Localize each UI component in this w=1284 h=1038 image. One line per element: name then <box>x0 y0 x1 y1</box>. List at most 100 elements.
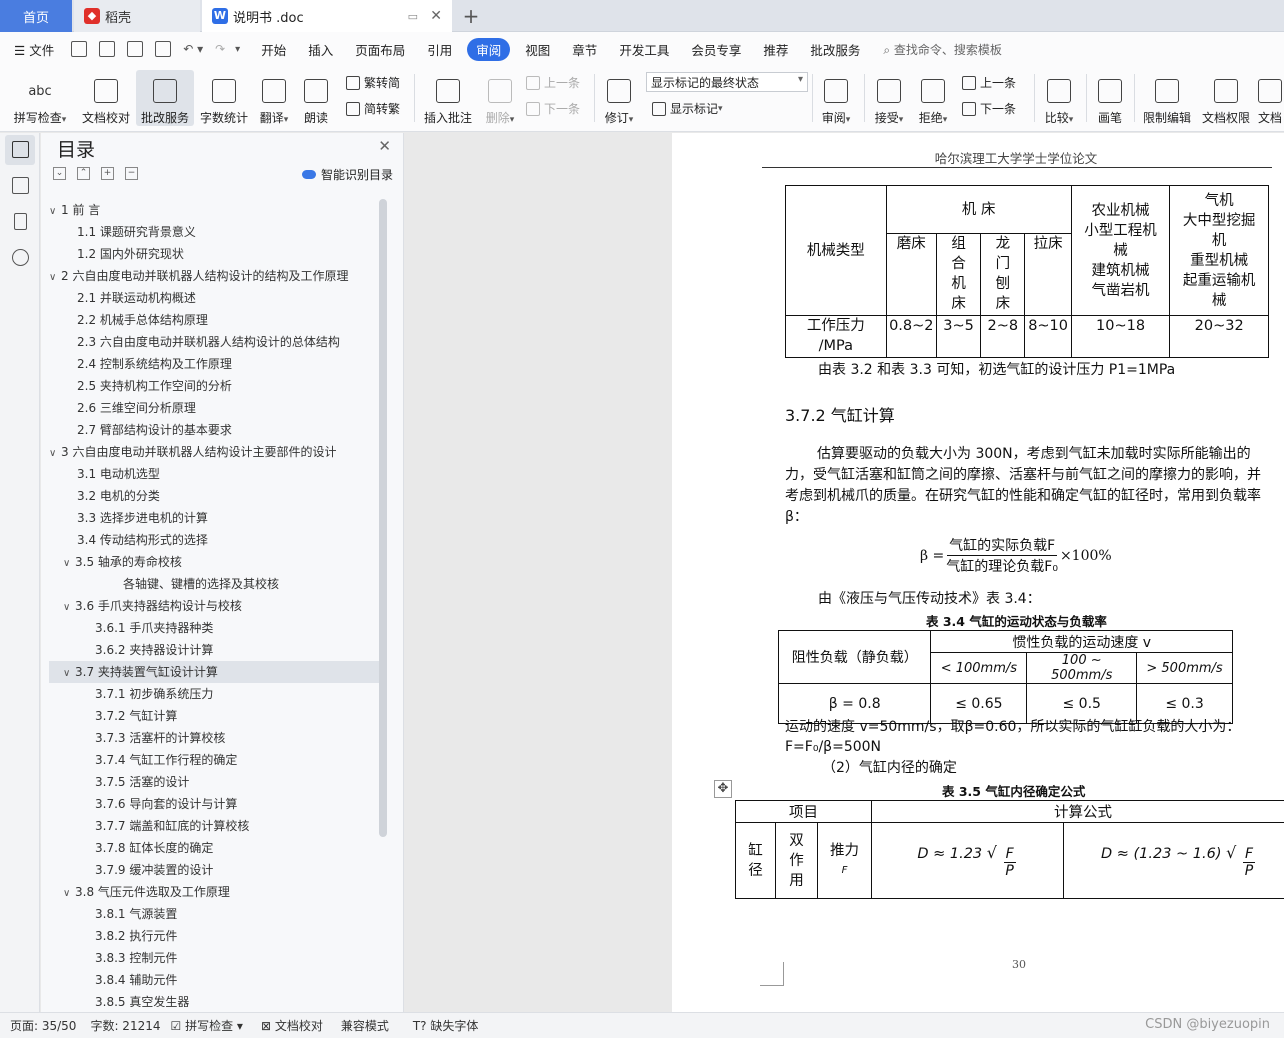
pen-button[interactable]: 画笔 <box>1092 70 1128 126</box>
undo-icon[interactable]: ↶ ▾ <box>183 42 203 56</box>
compare-button[interactable]: 比较▾ <box>1040 70 1078 126</box>
menu-view[interactable]: 视图 <box>514 40 561 59</box>
toc-item[interactable]: ∨ 3.6 手爪夹持器结构设计与校核 <box>49 595 379 617</box>
correction-service-button[interactable]: 批改服务 <box>136 70 194 126</box>
bookmark-icon[interactable] <box>14 213 27 230</box>
reject-button[interactable]: 拒绝▾ <box>914 70 952 126</box>
toc-item[interactable]: 3.7.9 缓冲装置的设计 <box>49 859 379 881</box>
next-change-button[interactable]: 下一条 <box>962 100 1016 117</box>
status-proof[interactable]: ⊠ 文档校对 <box>243 1017 323 1034</box>
collapse-all-icon[interactable]: ⌄ <box>53 167 66 180</box>
tab-document[interactable]: W 说明书 .doc ▭ ✕ <box>202 0 452 32</box>
chevron-down-icon[interactable]: ∨ <box>49 443 61 463</box>
menu-reference[interactable]: 引用 <box>416 40 463 59</box>
menu-dev-tools[interactable]: 开发工具 <box>608 40 680 59</box>
toc-item[interactable]: 2.7 臂部结构设计的基本要求 <box>49 419 379 441</box>
chevron-down-icon[interactable]: ∨ <box>63 663 75 683</box>
remove-level-icon[interactable]: − <box>125 167 138 180</box>
toc-item[interactable]: 3.8.2 执行元件 <box>49 925 379 947</box>
toc-item[interactable]: 3.8.5 真空发生器 <box>49 991 379 1007</box>
translate-button[interactable]: 翻译▾ <box>254 70 294 126</box>
toc-item[interactable]: 3.6.1 手爪夹持器种类 <box>49 617 379 639</box>
toc-item[interactable]: 3.4 传动结构形式的选择 <box>49 529 379 551</box>
chevron-down-icon[interactable]: ∨ <box>49 201 61 221</box>
toc-item[interactable]: 3.7.4 气缸工作行程的确定 <box>49 749 379 771</box>
missing-font[interactable]: T? 缺失字体 <box>389 1017 479 1034</box>
restrict-edit-button[interactable]: 限制编辑 <box>1140 70 1194 126</box>
toc-item[interactable]: ∨ 3 六自由度电动并联机器人结构设计主要部件的设计 <box>49 441 379 463</box>
trad-to-simp-button[interactable]: 繁转简 <box>346 74 400 91</box>
menu-start[interactable]: 开始 <box>250 40 297 59</box>
toc-item[interactable]: 3.6.2 夹持器设计计算 <box>49 639 379 661</box>
export-icon[interactable] <box>99 41 116 57</box>
status-spellcheck[interactable]: ☑ 拼写检查 ▾ <box>161 1017 243 1034</box>
redo-icon[interactable]: ↷ <box>215 42 225 56</box>
toc-item[interactable]: ∨ 3.7 夹持装置气缸设计计算 <box>49 661 379 683</box>
toc-item[interactable]: 3.8.3 控制元件 <box>49 947 379 969</box>
toc-item[interactable]: 2.5 夹持机构工作空间的分析 <box>49 375 379 397</box>
menu-correction[interactable]: 批改服务 <box>799 40 871 59</box>
toc-item[interactable]: 3.7.5 活塞的设计 <box>49 771 379 793</box>
toc-item[interactable]: 1.2 国内外研究现状 <box>49 243 379 265</box>
toc-item[interactable]: 3.2 电机的分类 <box>49 485 379 507</box>
read-aloud-button[interactable]: 朗读 <box>298 70 334 126</box>
toc-item[interactable]: 3.8.4 辅助元件 <box>49 969 379 991</box>
smart-toc-button[interactable]: 智能识别目录 <box>301 166 393 183</box>
close-icon[interactable]: ✕ <box>378 137 391 155</box>
chevron-down-icon[interactable]: ∨ <box>63 553 75 573</box>
doc-more-button[interactable]: 文档 <box>1258 70 1284 126</box>
insert-comment-button[interactable]: 插入批注 <box>420 70 476 126</box>
chevron-down-icon[interactable]: ∨ <box>63 883 75 903</box>
add-level-icon[interactable]: + <box>101 167 114 180</box>
word-count[interactable]: 字数: 21214 <box>76 1017 160 1034</box>
review-pane-button[interactable]: 审阅▾ <box>816 70 856 126</box>
simp-to-trad-button[interactable]: 简转繁 <box>346 100 400 117</box>
toc-item[interactable]: 3.7.6 导向套的设计与计算 <box>49 793 379 815</box>
prev-change-button[interactable]: 上一条 <box>962 74 1016 91</box>
toc-item[interactable]: 3.8.1 气源装置 <box>49 903 379 925</box>
preview-icon[interactable] <box>155 41 172 57</box>
tab-home[interactable]: 首页 <box>0 0 72 32</box>
show-markup-button[interactable]: 显示标记 ▾ <box>652 100 723 117</box>
menu-layout[interactable]: 页面布局 <box>344 40 416 59</box>
toc-item[interactable]: 2.1 并联运动机构概述 <box>49 287 379 309</box>
toc-panel-icon[interactable] <box>12 141 29 158</box>
next-comment-button[interactable]: 下一条 <box>526 100 580 117</box>
save-icon[interactable] <box>71 41 88 57</box>
toc-item[interactable]: ∨ 3.8 气压元件选取及工作原理 <box>49 881 379 903</box>
doc-permission-button[interactable]: 文档权限 <box>1198 70 1254 126</box>
menu-member[interactable]: 会员专享 <box>680 40 752 59</box>
tab-daoke[interactable]: ◆ 稻壳 <box>74 0 200 32</box>
toc-item[interactable]: 1.1 课题研究背景意义 <box>49 221 379 243</box>
chevron-down-icon[interactable]: ∨ <box>49 267 61 287</box>
spellcheck-button[interactable]: abc 拼写检查▾ <box>8 70 72 126</box>
document-page[interactable]: 哈尔滨理工大学学士学位论文 机械类型 机 床 农业机械 小型工程机 械 建筑机械… <box>672 133 1284 1012</box>
toc-item[interactable]: ∨ 2 六自由度电动并联机器人结构设计的结构及工作原理 <box>49 265 379 287</box>
file-menu[interactable]: ☰ 文件 <box>0 40 65 59</box>
markup-state-select[interactable]: 显示标记的最终状态 <box>646 72 808 92</box>
toc-item[interactable]: ∨ 1 前 言 <box>49 199 379 221</box>
prev-comment-button[interactable]: 上一条 <box>526 74 580 91</box>
page-indicator[interactable]: 页面: 35/50 <box>0 1017 76 1034</box>
menu-chapter[interactable]: 章节 <box>561 40 608 59</box>
menu-review[interactable]: 审阅 <box>467 37 511 61</box>
outline-icon[interactable] <box>12 177 29 194</box>
new-tab-button[interactable]: + <box>456 0 486 32</box>
monitor-icon[interactable]: ▭ <box>408 10 418 23</box>
accept-button[interactable]: 接受▾ <box>870 70 908 126</box>
toc-item[interactable]: 3.7.1 初步确系统压力 <box>49 683 379 705</box>
toc-item[interactable]: 3.7.8 缸体长度的确定 <box>49 837 379 859</box>
word-count-button[interactable]: 字数统计 <box>198 70 250 126</box>
track-changes-button[interactable]: 修订▾ <box>600 70 638 126</box>
document-canvas[interactable]: 哈尔滨理工大学学士学位论文 机械类型 机 床 农业机械 小型工程机 械 建筑机械… <box>405 133 1284 1012</box>
toc-item[interactable]: 3.1 电动机选型 <box>49 463 379 485</box>
command-search[interactable]: ⌕ 查找命令、搜索模板 <box>883 41 1002 58</box>
toc-item[interactable]: 2.4 控制系统结构及工作原理 <box>49 353 379 375</box>
menu-insert[interactable]: 插入 <box>297 40 344 59</box>
toc-item[interactable]: 2.6 三维空间分析原理 <box>49 397 379 419</box>
close-icon[interactable]: ✕ <box>430 8 442 24</box>
expand-all-icon[interactable]: ⌃ <box>77 167 90 180</box>
menu-recommend[interactable]: 推荐 <box>752 40 799 59</box>
delete-comment-button[interactable]: 删除▾ <box>480 70 520 126</box>
print-icon[interactable] <box>127 41 144 57</box>
